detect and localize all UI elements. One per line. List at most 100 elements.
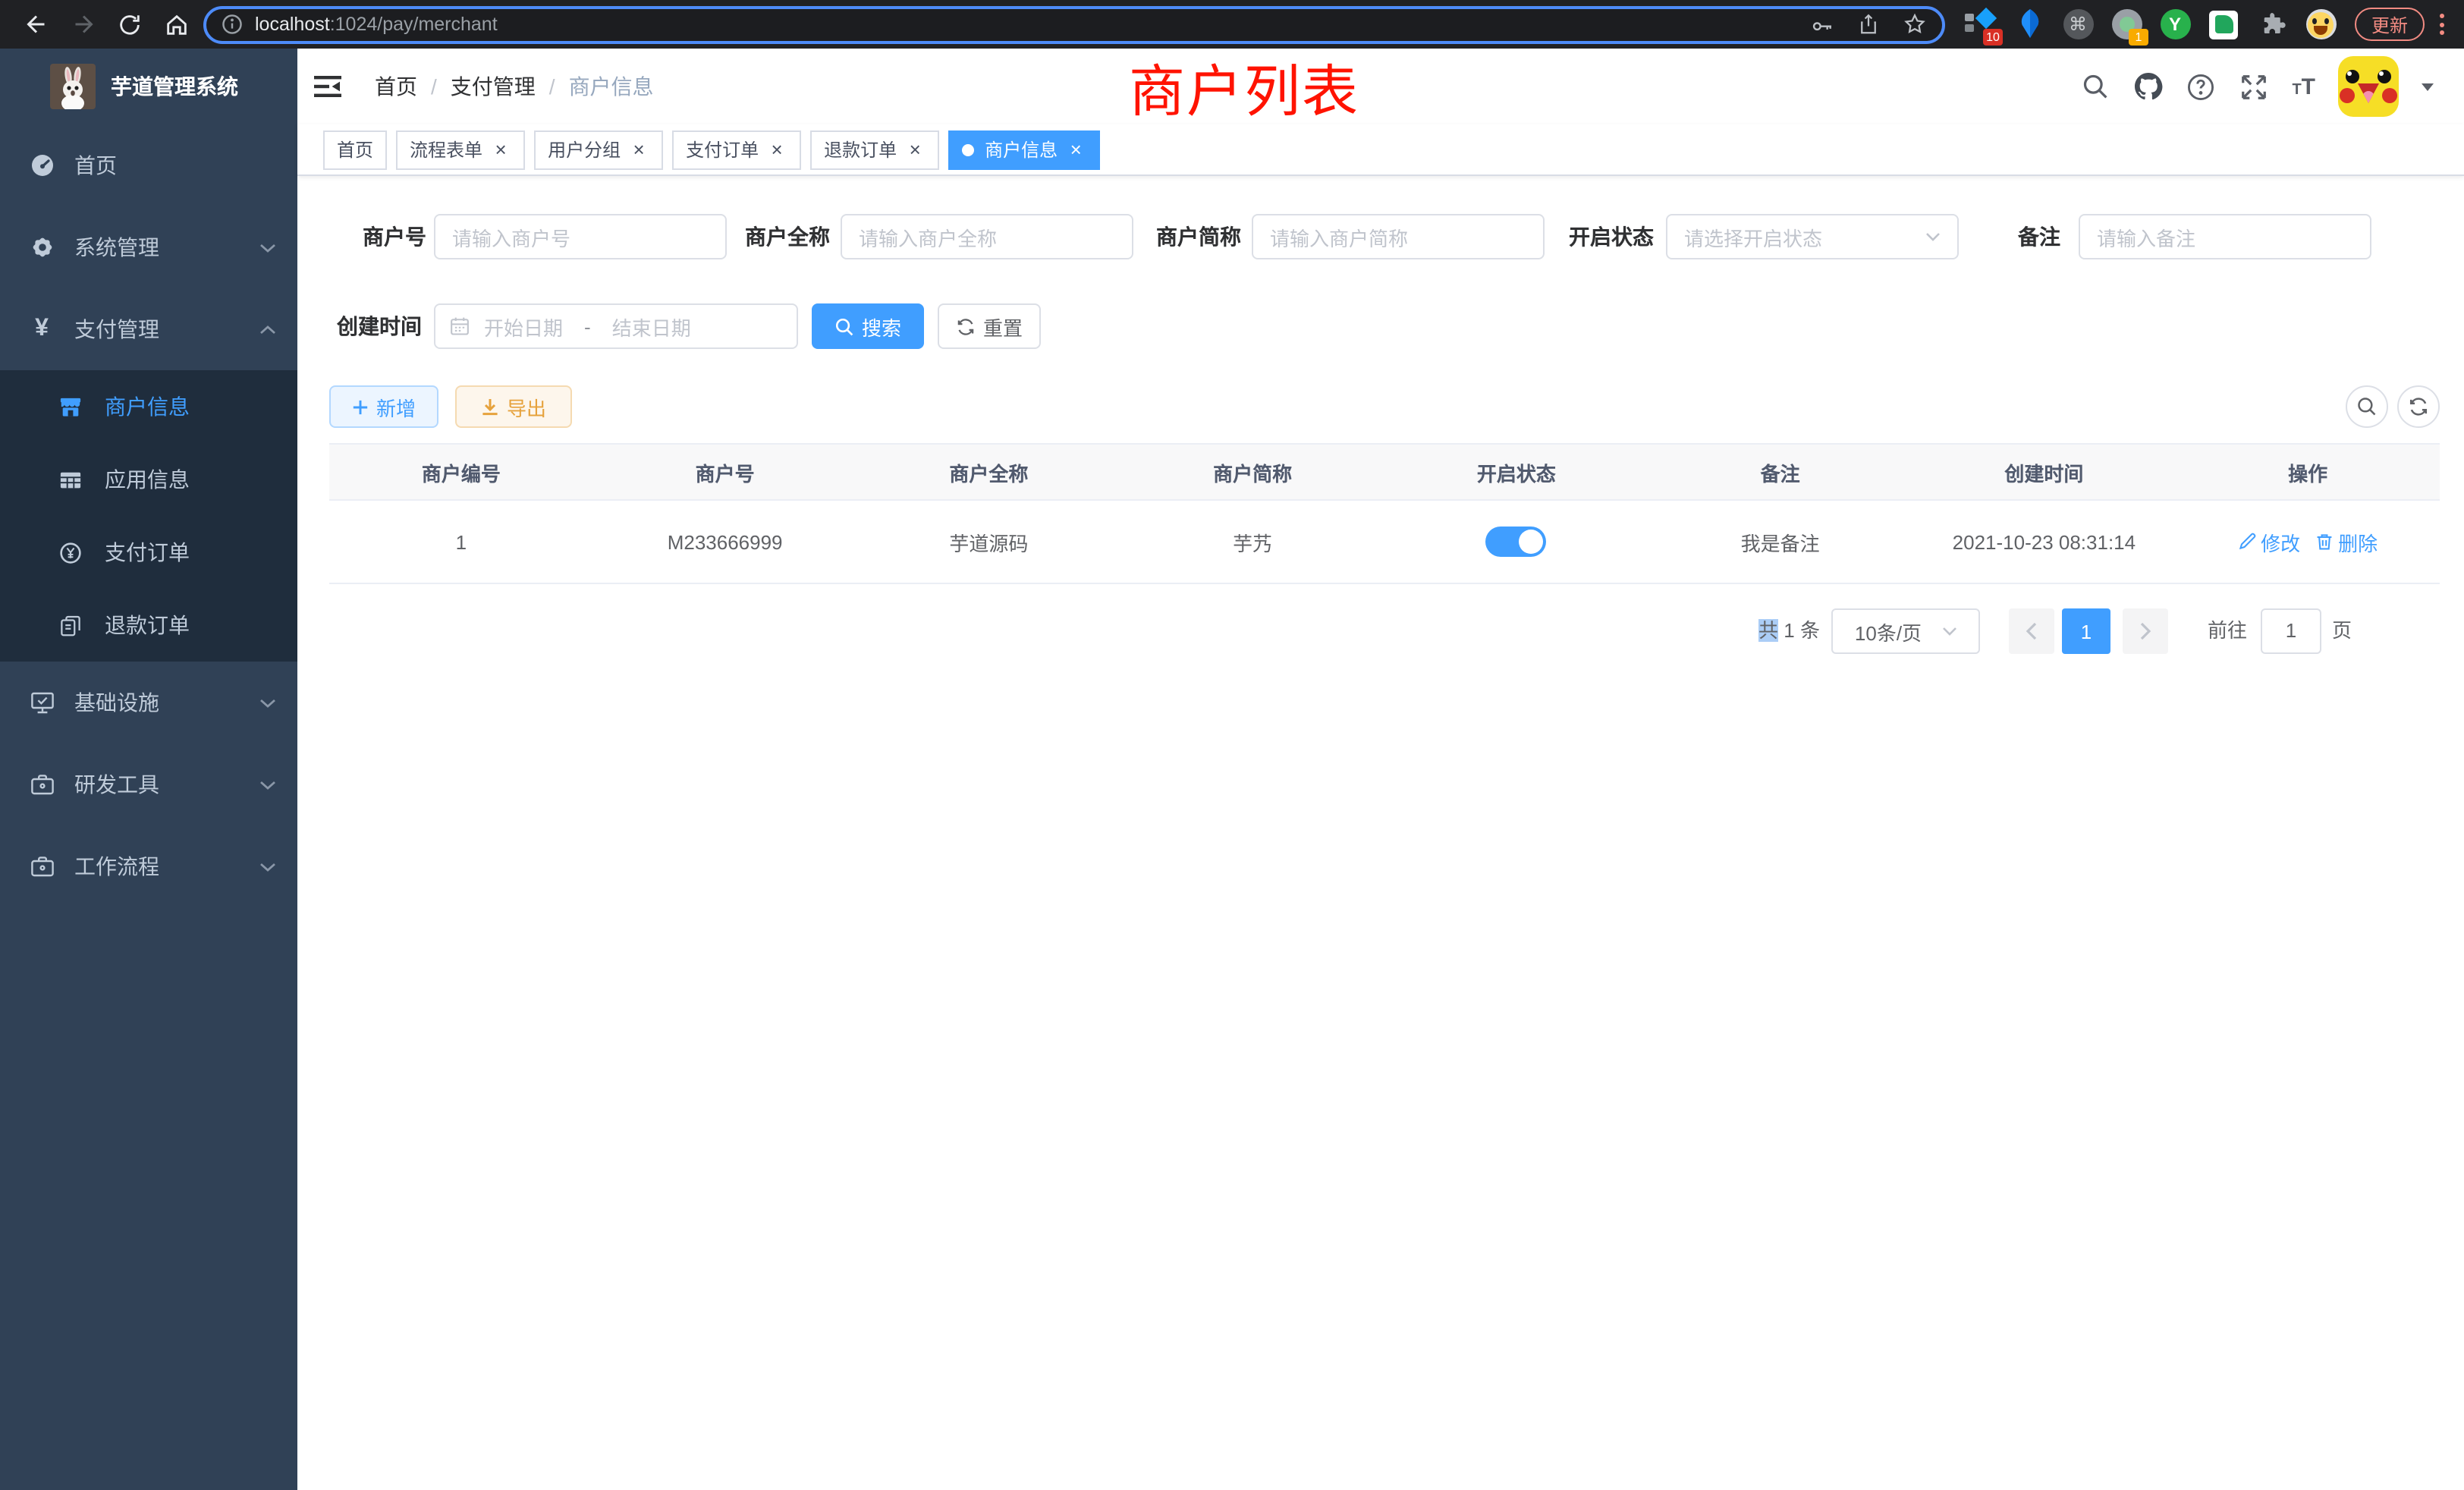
fullscreen-icon[interactable] [2239,71,2269,102]
close-icon[interactable]: × [628,139,649,160]
sidebar-item-app-info[interactable]: 应用信息 [0,443,297,516]
close-icon[interactable]: × [1065,139,1086,160]
extension-y-icon[interactable]: Y [2159,8,2191,40]
remark-input[interactable]: 请输入备注 [2079,214,2371,259]
extensions-puzzle-icon[interactable] [2256,8,2288,40]
bookmark-star-icon[interactable] [1903,12,1927,36]
breadcrumb-home[interactable]: 首页 [375,71,417,102]
site-info-icon[interactable] [222,14,243,35]
status-select[interactable]: 请选择开启状态 [1666,214,1959,259]
url-text: localhost:1024/pay/merchant [255,14,498,35]
reload-icon [117,11,143,37]
tab-home[interactable]: 首页 [323,130,387,169]
browser-back-button[interactable] [12,3,59,46]
page-number-1[interactable]: 1 [2062,608,2110,654]
tags-view: 首页 流程表单× 用户分组× 支付订单× 退款订单× 商户信息× [297,124,2464,176]
goto-label: 前往 [2208,608,2247,654]
sidebar-item-workflow[interactable]: 工作流程 [0,825,297,907]
short-name-input[interactable]: 请输入商户简称 [1252,214,1545,259]
tab-pay-order[interactable]: 支付订单× [672,130,801,169]
show-search-toggle-button[interactable] [2346,385,2388,428]
extension-kite-icon[interactable] [2013,8,2045,40]
extension-diamond-icon[interactable]: 10 [1965,8,1997,40]
full-name-input[interactable]: 请输入商户全称 [841,214,1133,259]
app-logo[interactable]: 芋道管理系统 [0,49,297,124]
close-icon[interactable]: × [904,139,926,160]
page-size-select[interactable]: 10条/页 [1831,608,1980,654]
cell-full-name: 芋道源码 [857,501,1121,583]
sidebar-item-pay-order[interactable]: 支付订单 [0,516,297,589]
logo-rabbit-icon [50,64,96,109]
sidebar-item-pay[interactable]: ¥ 支付管理 [0,288,297,370]
reset-button[interactable]: 重置 [938,303,1041,349]
top-navbar: 首页 / 支付管理 / 商户信息 [297,49,2464,124]
remark-label: 备注 [2000,214,2060,259]
add-button[interactable]: 新增 [329,385,438,428]
tab-merchant-info[interactable]: 商户信息× [948,130,1100,169]
select-caret-icon [1941,627,1956,636]
address-bar[interactable]: localhost:1024/pay/merchant [203,5,1945,43]
browser-forward-button[interactable] [59,3,106,46]
create-time-range-input[interactable]: 开始日期 - 结束日期 [434,303,798,349]
search-icon [834,316,854,336]
refresh-table-button[interactable] [2397,385,2440,428]
user-avatar[interactable] [2338,56,2399,117]
table-row: 1 M233666999 芋道源码 芋艿 我是备注 2021-10-23 08:… [329,501,2440,584]
tab-process-form[interactable]: 流程表单× [396,130,525,169]
select-caret-icon [1925,232,1941,241]
annotation-merchant-list: 商户列表 [1129,46,1359,127]
home-icon [164,11,190,37]
prev-page-button[interactable] [2009,608,2054,654]
merchant-no-input[interactable]: 请输入商户号 [434,214,727,259]
trash-icon [2315,533,2334,551]
close-icon[interactable]: × [490,139,511,160]
edit-pencil-icon [2238,533,2256,551]
status-toggle[interactable] [1486,527,1547,557]
cell-remark: 我是备注 [1648,501,1912,583]
browser-home-button[interactable] [153,3,200,46]
font-size-icon[interactable]: TT [2292,75,2315,98]
sidebar-fold-button[interactable] [311,70,344,103]
create-time-label: 创建时间 [316,303,422,349]
header-search-button[interactable] [2079,71,2110,102]
next-page-button[interactable] [2123,608,2168,654]
chevron-right-icon [2139,622,2151,640]
close-icon[interactable]: × [766,139,787,160]
chevron-down-icon [259,242,276,253]
browser-menu-button[interactable] [2431,8,2452,41]
search-button[interactable]: 搜索 [812,303,924,349]
sidebar-item-infra[interactable]: 基础设施 [0,662,297,743]
goto-page-input[interactable]: 1 [2261,608,2321,654]
cell-create-time: 2021-10-23 08:31:14 [1912,501,2176,583]
page-content: 商户号 请输入商户号 商户全称 请输入商户全称 商户简称 请输入商户简称 开启状… [297,176,2464,1488]
browser-update-button[interactable]: 更新 [2355,8,2425,41]
browser-reload-button[interactable] [106,3,153,46]
edit-link[interactable]: 修改 [2238,527,2300,556]
refresh-icon [956,316,976,336]
tab-user-group[interactable]: 用户分组× [534,130,663,169]
profile-avatar-icon[interactable] [2305,8,2337,40]
avatar-caret-icon[interactable] [2422,83,2434,90]
sidebar-item-home[interactable]: 首页 [0,124,297,206]
extension-badge: 10 [1983,28,2003,45]
breadcrumb-pay[interactable]: 支付管理 [451,71,536,102]
help-icon[interactable] [2186,71,2216,102]
extension-notes-icon[interactable] [2208,8,2239,40]
sidebar-item-merchant-info[interactable]: 商户信息 [0,370,297,443]
briefcase-icon [29,854,55,879]
fold-icon [314,74,341,99]
github-icon[interactable] [2132,71,2163,102]
extensions-row: 10 ⌘ 1 Y [1965,8,2337,40]
chevron-down-icon [259,861,276,872]
sidebar-item-devtools[interactable]: 研发工具 [0,743,297,825]
extension-recorder-icon[interactable]: 1 [2110,8,2142,40]
sidebar-item-system[interactable]: 系统管理 [0,206,297,288]
tab-refund-order[interactable]: 退款订单× [810,130,939,169]
yen-icon: ¥ [29,316,55,343]
extension-command-icon[interactable]: ⌘ [2062,8,2094,40]
sidebar-item-refund-order[interactable]: 退款订单 [0,589,297,662]
export-button[interactable]: 导出 [455,385,572,428]
password-key-icon[interactable] [1810,12,1834,36]
delete-link[interactable]: 删除 [2315,527,2378,556]
share-icon[interactable] [1857,12,1880,36]
